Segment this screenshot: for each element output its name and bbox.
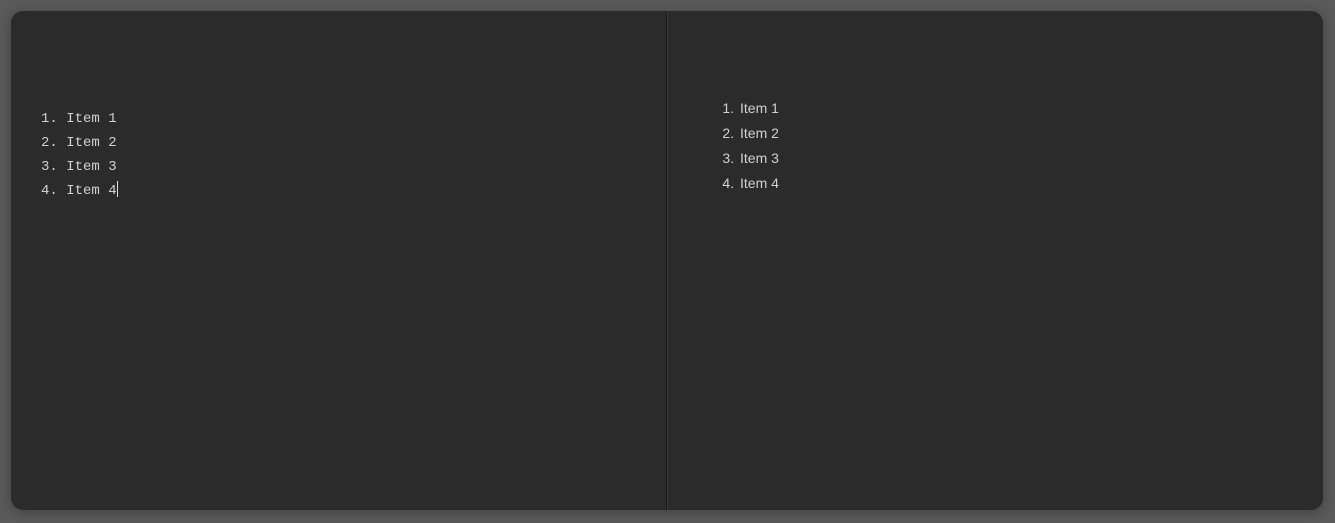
source-editor-pane[interactable]: 1. Item 1 2. Item 2 3. Item 3 4. Item 4 bbox=[11, 11, 667, 510]
source-line[interactable]: 3. Item 3 bbox=[41, 155, 636, 179]
line-text: Item 4 bbox=[66, 183, 116, 199]
source-line[interactable]: 4. Item 4 bbox=[41, 179, 636, 203]
line-number: 3 bbox=[41, 159, 49, 175]
line-number: 2 bbox=[41, 135, 49, 151]
list-item: Item 1 bbox=[738, 96, 1293, 121]
line-number: 1 bbox=[41, 111, 49, 127]
source-line[interactable]: 2. Item 2 bbox=[41, 131, 636, 155]
line-text: Item 3 bbox=[66, 159, 116, 175]
line-text: Item 1 bbox=[66, 111, 116, 127]
list-item: Item 3 bbox=[738, 146, 1293, 171]
list-item: Item 4 bbox=[738, 171, 1293, 196]
ordered-list-preview: Item 1 Item 2 Item 3 Item 4 bbox=[698, 96, 1293, 196]
source-line[interactable]: 1. Item 1 bbox=[41, 107, 636, 131]
line-text: Item 2 bbox=[66, 135, 116, 151]
line-number: 4 bbox=[41, 183, 49, 199]
text-cursor bbox=[117, 181, 118, 197]
preview-pane: Item 1 Item 2 Item 3 Item 4 bbox=[667, 11, 1323, 510]
list-item: Item 2 bbox=[738, 121, 1293, 146]
split-editor-container: 1. Item 1 2. Item 2 3. Item 3 4. Item 4 … bbox=[11, 11, 1323, 510]
